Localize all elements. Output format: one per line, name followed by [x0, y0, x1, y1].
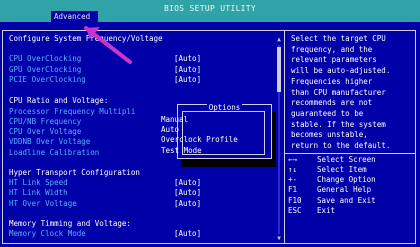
key-f1: F1 [288, 185, 298, 194]
setting-ht-over-voltage[interactable]: HT Over Voltage [9, 200, 77, 208]
key-description: Select Item [317, 165, 367, 174]
title-bar: BIOS SETUP UTILITY Advanced [0, 0, 420, 22]
help-line: stable. If the system [291, 119, 386, 129]
scrollbar[interactable]: ▲ ▼ [276, 37, 282, 242]
setting-ht-link-width[interactable]: HT Link Width [9, 189, 68, 197]
setting-memory-clock-mode[interactable]: Memory Clock Mode [9, 230, 86, 238]
arrow-left-right-icon: ←→ [288, 155, 298, 164]
setting-cpu-nb-frequency[interactable]: CPU/NB Frequency [9, 118, 81, 126]
key-description: Change Option [317, 175, 376, 184]
setting-cpu-over-voltage[interactable]: CPU Over Voltage [9, 128, 81, 136]
panel-divider [284, 30, 285, 244]
help-line: guaranteed to be [291, 108, 364, 118]
section-header: Memory Timming and Voltage: [9, 219, 131, 228]
key-esc: ESC [288, 206, 302, 215]
help-keys-divider [285, 153, 416, 154]
help-line: than CPU manufacturer [291, 87, 386, 97]
setting-value[interactable]: [Auto] [174, 230, 201, 238]
setting-value[interactable]: [Auto] [174, 179, 201, 187]
key-description: Exit [317, 206, 336, 215]
pointer-arrow-icon [84, 26, 132, 64]
section-header: Hyper Transport Configuration [9, 168, 140, 177]
key-f10: F10 [288, 196, 302, 205]
help-line: relevant parameters [291, 55, 377, 65]
setting-value[interactable]: [Auto] [174, 189, 201, 197]
help-line: frequency, and the [291, 44, 373, 54]
help-line: Select the target CPU [291, 34, 386, 43]
setting-value[interactable]: [Auto] [174, 55, 201, 63]
section-header: CPU Ratio and Voltage: [9, 96, 109, 105]
tab-advanced[interactable]: Advanced [51, 11, 98, 22]
arrow-up-down-icon: ↑↓ [288, 165, 298, 174]
setting-value[interactable]: [Auto] [174, 66, 201, 74]
help-line: will be auto-adjusted. [291, 66, 391, 76]
setting-cpu-overclocking[interactable]: CPU OverClocking [9, 55, 81, 63]
help-line: becomes unstable, [291, 130, 368, 140]
setting-value[interactable]: [Auto] [174, 200, 201, 208]
option-manual[interactable]: Manual [161, 116, 188, 124]
setting-ht-link-speed[interactable]: HT Link Speed [9, 179, 68, 187]
setting-gpu-overclocking[interactable]: GPU OverClocking [9, 66, 81, 74]
setting-pcie-overclocking[interactable]: PCIE OverClocking [9, 76, 86, 84]
help-text: Select the target CPU frequency, and the… [291, 34, 413, 152]
option-test-mode[interactable]: Test Mode [161, 147, 202, 155]
key-description: Select Screen [317, 155, 376, 164]
setting-vddnb-over-voltage[interactable]: VDDNB Over Voltage [9, 138, 90, 146]
help-line: Frequencies higher [291, 76, 373, 86]
key-plus-minus: +- [288, 175, 298, 184]
option-auto[interactable]: Auto [161, 126, 179, 134]
scroll-up-icon[interactable]: ▲ [276, 37, 282, 43]
setting-processor-frequency-multiplier[interactable]: Processor Frequency Multipli [9, 108, 135, 116]
scroll-down-icon[interactable]: ▼ [276, 236, 282, 242]
setting-value[interactable]: [Auto] [174, 76, 201, 84]
help-line: return to the default. [291, 141, 391, 151]
scroll-thumb[interactable] [277, 47, 281, 92]
setting-loadline-calibration[interactable]: Loadline Calibration [9, 149, 99, 157]
option-overclock-profile[interactable]: Overclock Profile [161, 136, 238, 144]
key-description: General Help [317, 185, 372, 194]
help-line: recommends are not [291, 98, 373, 108]
key-description: Save and Exit [317, 196, 376, 205]
